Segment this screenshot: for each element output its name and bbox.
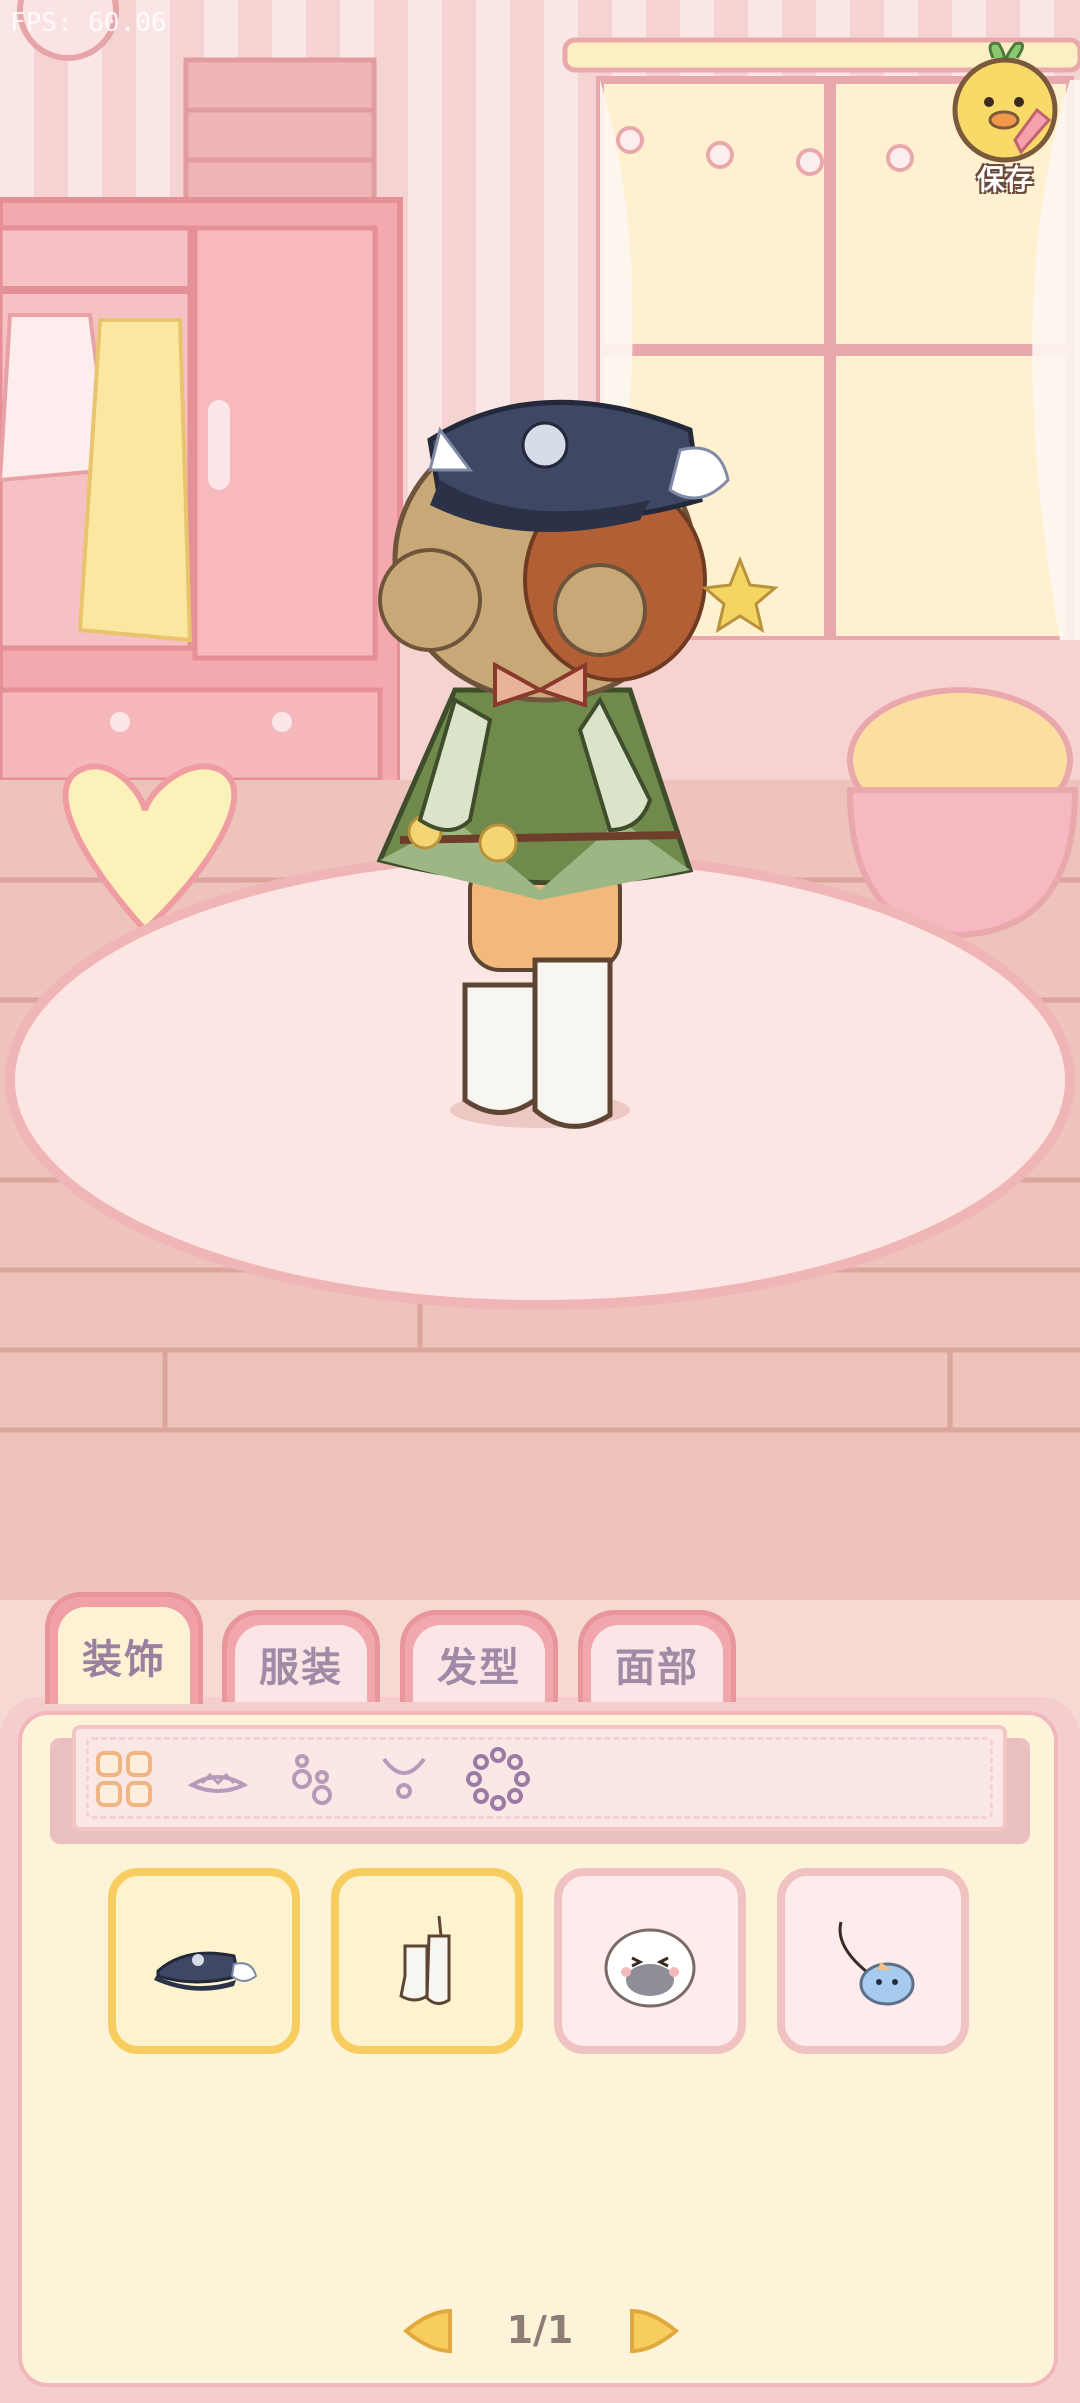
fps-counter: FPS: 60.06 (10, 8, 167, 38)
tab-accessories[interactable]: 装饰 (45, 1592, 203, 1704)
room-scene: FPS: 60.06 保存 (0, 0, 1080, 1600)
tab-face[interactable]: 面部 (578, 1610, 736, 1702)
crown-icon[interactable] (186, 1747, 250, 1811)
page-indicator: 1/1 (506, 2308, 574, 2352)
next-page-button[interactable] (626, 2307, 682, 2355)
white-socks-icon (399, 1915, 451, 2005)
tab-label: 面部 (615, 1644, 699, 1691)
navy-cap-with-wings-icon (154, 1951, 258, 1991)
grid-all-icon[interactable] (92, 1747, 156, 1811)
ring-wreath-icon[interactable] (466, 1747, 530, 1811)
room-illustration (0, 0, 1080, 1600)
tab-clothing[interactable]: 服装 (222, 1610, 380, 1702)
item-slot-cap[interactable] (108, 1868, 300, 2054)
prev-page-button[interactable] (400, 2307, 456, 2355)
tab-label: 装饰 (82, 1636, 166, 1683)
item-slot-socks[interactable] (331, 1868, 523, 2054)
earrings-icon[interactable] (280, 1747, 344, 1811)
save-button[interactable]: 保存 (945, 40, 1065, 200)
save-label: 保存 (976, 163, 1033, 196)
necklace-icon[interactable] (372, 1747, 436, 1811)
tab-hairstyle[interactable]: 发型 (400, 1610, 558, 1702)
duck-save-icon (952, 41, 1058, 163)
tab-label: 发型 (437, 1644, 521, 1691)
tab-label: 服装 (259, 1644, 343, 1691)
duck-pillow-icon (604, 1928, 696, 2008)
bird-charm-icon (838, 1921, 915, 2006)
item-slot-duck-pillow[interactable] (554, 1868, 746, 2054)
item-slot-bird-charm[interactable] (777, 1868, 969, 2054)
